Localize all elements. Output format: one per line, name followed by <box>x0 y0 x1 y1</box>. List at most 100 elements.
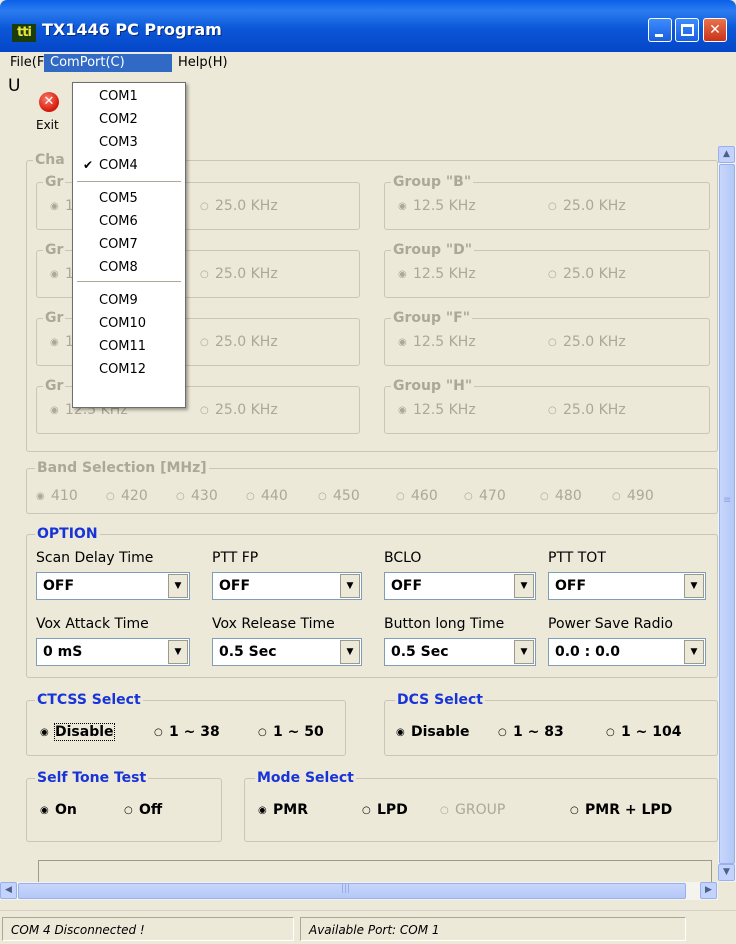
radio-off-icon: ○ <box>606 727 615 738</box>
option-legend: OPTION <box>37 526 98 542</box>
radio-off-icon: ○ <box>464 491 473 502</box>
radio-on-icon: ◉ <box>36 491 45 502</box>
menu-item-com6[interactable]: COM6 <box>73 210 185 233</box>
vertical-scrollbar[interactable]: ▲ ≡ ▼ <box>718 146 736 882</box>
group-3-25-0-radio[interactable]: ○ 25.0 KHz <box>200 266 278 282</box>
menu-item-com4[interactable]: ✔ COM4 <box>73 154 185 177</box>
option-select-8[interactable]: 0.0 : 0.0 ▼ <box>548 638 706 666</box>
band-480-radio[interactable]: ○ 480 <box>540 488 582 504</box>
title-bar[interactable]: tti TX1446 PC Program ✕ <box>0 0 736 52</box>
menu-item-label: COM7 <box>99 237 138 252</box>
menu-item-com3[interactable]: COM3 <box>73 131 185 154</box>
ctcss-option-1[interactable]: ◉ Disable <box>40 723 115 741</box>
mode-option-1[interactable]: ◉ PMR <box>258 802 308 818</box>
band-450-radio[interactable]: ○ 450 <box>318 488 360 504</box>
maximize-button[interactable] <box>675 18 699 42</box>
band-440-radio[interactable]: ○ 440 <box>246 488 288 504</box>
scroll-right-icon[interactable]: ▶ <box>700 882 717 899</box>
radio-off-icon: ○ <box>548 201 557 212</box>
group-8-12-5-radio[interactable]: ◉ 12.5 KHz <box>398 402 476 418</box>
option-select-4[interactable]: OFF ▼ <box>548 572 706 600</box>
menu-item-com9[interactable]: COM9 <box>73 289 185 312</box>
mode-select-legend: Mode Select <box>257 770 354 786</box>
dcs-option-1[interactable]: ◉ Disable <box>396 724 470 740</box>
horizontal-scrollbar[interactable]: ◀ ||| ▶ <box>0 882 718 900</box>
group-6-25-0-radio[interactable]: ○ 25.0 KHz <box>548 334 626 350</box>
band-470-radio[interactable]: ○ 470 <box>464 488 506 504</box>
menu-comport[interactable]: ComPort(C) <box>44 54 172 72</box>
chevron-down-icon: ▼ <box>340 574 360 598</box>
scroll-left-icon[interactable]: ◀ <box>0 882 17 899</box>
group-6-25-0-radio-label: 25.0 KHz <box>563 334 626 350</box>
radio-off-icon: ○ <box>612 491 621 502</box>
scroll-up-icon[interactable]: ▲ <box>718 146 735 163</box>
menu-item-com10[interactable]: COM10 <box>73 312 185 335</box>
option-select-6[interactable]: 0.5 Sec ▼ <box>212 638 362 666</box>
dcs-option-3-label: 1 ~ 104 <box>621 724 682 740</box>
group-8-25-0-radio[interactable]: ○ 25.0 KHz <box>548 402 626 418</box>
connection-status: COM 4 Disconnected ! <box>2 917 294 941</box>
group-4-12-5-radio[interactable]: ◉ 12.5 KHz <box>398 266 476 282</box>
option-select-5[interactable]: 0 mS ▼ <box>36 638 190 666</box>
menu-item-com2[interactable]: COM2 <box>73 108 185 131</box>
application-window: tti TX1446 PC Program ✕ File(F) ComPort(… <box>0 0 736 944</box>
chevron-down-icon: ▼ <box>514 640 534 664</box>
menu-item-com7[interactable]: COM7 <box>73 233 185 256</box>
group-2-12-5-radio[interactable]: ◉ 12.5 KHz <box>398 198 476 214</box>
mode-option-4[interactable]: ○ PMR + LPD <box>570 802 672 818</box>
menu-help[interactable]: Help(H) <box>172 54 234 72</box>
group-2-25-0-radio[interactable]: ○ 25.0 KHz <box>548 198 626 214</box>
group-1-25-0-radio[interactable]: ○ 25.0 KHz <box>200 198 278 214</box>
close-button[interactable]: ✕ <box>703 18 727 42</box>
band-430-radio[interactable]: ○ 430 <box>176 488 218 504</box>
radio-off-icon: ○ <box>440 805 449 816</box>
dcs-option-3[interactable]: ○ 1 ~ 104 <box>606 724 681 740</box>
group-4-25-0-radio[interactable]: ○ 25.0 KHz <box>548 266 626 282</box>
mode-option-3[interactable]: ○ GROUP <box>440 802 505 818</box>
band-420-radio[interactable]: ○ 420 <box>106 488 148 504</box>
channel-group-label: Gr <box>45 310 64 326</box>
band-410-radio[interactable]: ◉ 410 <box>36 488 78 504</box>
minimize-button[interactable] <box>648 18 672 42</box>
exit-button[interactable]: ✕ Exit <box>30 90 74 136</box>
menu-item-com5[interactable]: COM5 <box>73 187 185 210</box>
band-450-radio-label: 450 <box>333 488 360 504</box>
option-select-value: OFF <box>219 578 251 594</box>
stray-glyph: U <box>8 76 21 96</box>
radio-off-icon: ○ <box>396 491 405 502</box>
mode-option-2[interactable]: ○ LPD <box>362 802 408 818</box>
menu-item-com8[interactable]: COM8 <box>73 256 185 279</box>
minimize-icon <box>655 34 663 37</box>
dcs-option-2[interactable]: ○ 1 ~ 83 <box>498 724 564 740</box>
menu-item-com12[interactable]: COM12 <box>73 358 185 381</box>
horizontal-scroll-thumb[interactable]: ||| <box>18 883 686 899</box>
group-7-25-0-radio[interactable]: ○ 25.0 KHz <box>200 402 278 418</box>
option-select-7[interactable]: 0.5 Sec ▼ <box>384 638 536 666</box>
self-tone-option-1-label: On <box>55 802 77 818</box>
menu-item-com11[interactable]: COM11 <box>73 335 185 358</box>
menu-item-com1[interactable]: COM1 <box>73 85 185 108</box>
option-select-value: 0.5 Sec <box>391 644 449 660</box>
app-logo-icon: tti <box>12 24 36 42</box>
option-select-3[interactable]: OFF ▼ <box>384 572 536 600</box>
band-selection-legend: Band Selection [MHz] <box>37 460 207 476</box>
ctcss-option-2[interactable]: ○ 1 ~ 38 <box>154 724 220 740</box>
group-5-25-0-radio[interactable]: ○ 25.0 KHz <box>200 334 278 350</box>
vertical-scroll-thumb[interactable]: ≡ <box>719 164 735 864</box>
window-title: TX1446 PC Program <box>42 20 222 39</box>
band-460-radio[interactable]: ○ 460 <box>396 488 438 504</box>
option-select-2[interactable]: OFF ▼ <box>212 572 362 600</box>
radio-on-icon: ◉ <box>40 805 49 816</box>
band-490-radio-label: 490 <box>627 488 654 504</box>
band-490-radio[interactable]: ○ 490 <box>612 488 654 504</box>
self-tone-option-2[interactable]: ○ Off <box>124 802 162 818</box>
option-label: Button long Time <box>384 616 505 632</box>
band-430-radio-label: 430 <box>191 488 218 504</box>
mode-option-2-label: LPD <box>377 802 408 818</box>
ctcss-option-3[interactable]: ○ 1 ~ 50 <box>258 724 324 740</box>
scroll-down-icon[interactable]: ▼ <box>718 864 735 881</box>
group-6-12-5-radio[interactable]: ◉ 12.5 KHz <box>398 334 476 350</box>
self-tone-option-1[interactable]: ◉ On <box>40 802 77 818</box>
radio-off-icon: ○ <box>570 805 579 816</box>
option-select-1[interactable]: OFF ▼ <box>36 572 190 600</box>
